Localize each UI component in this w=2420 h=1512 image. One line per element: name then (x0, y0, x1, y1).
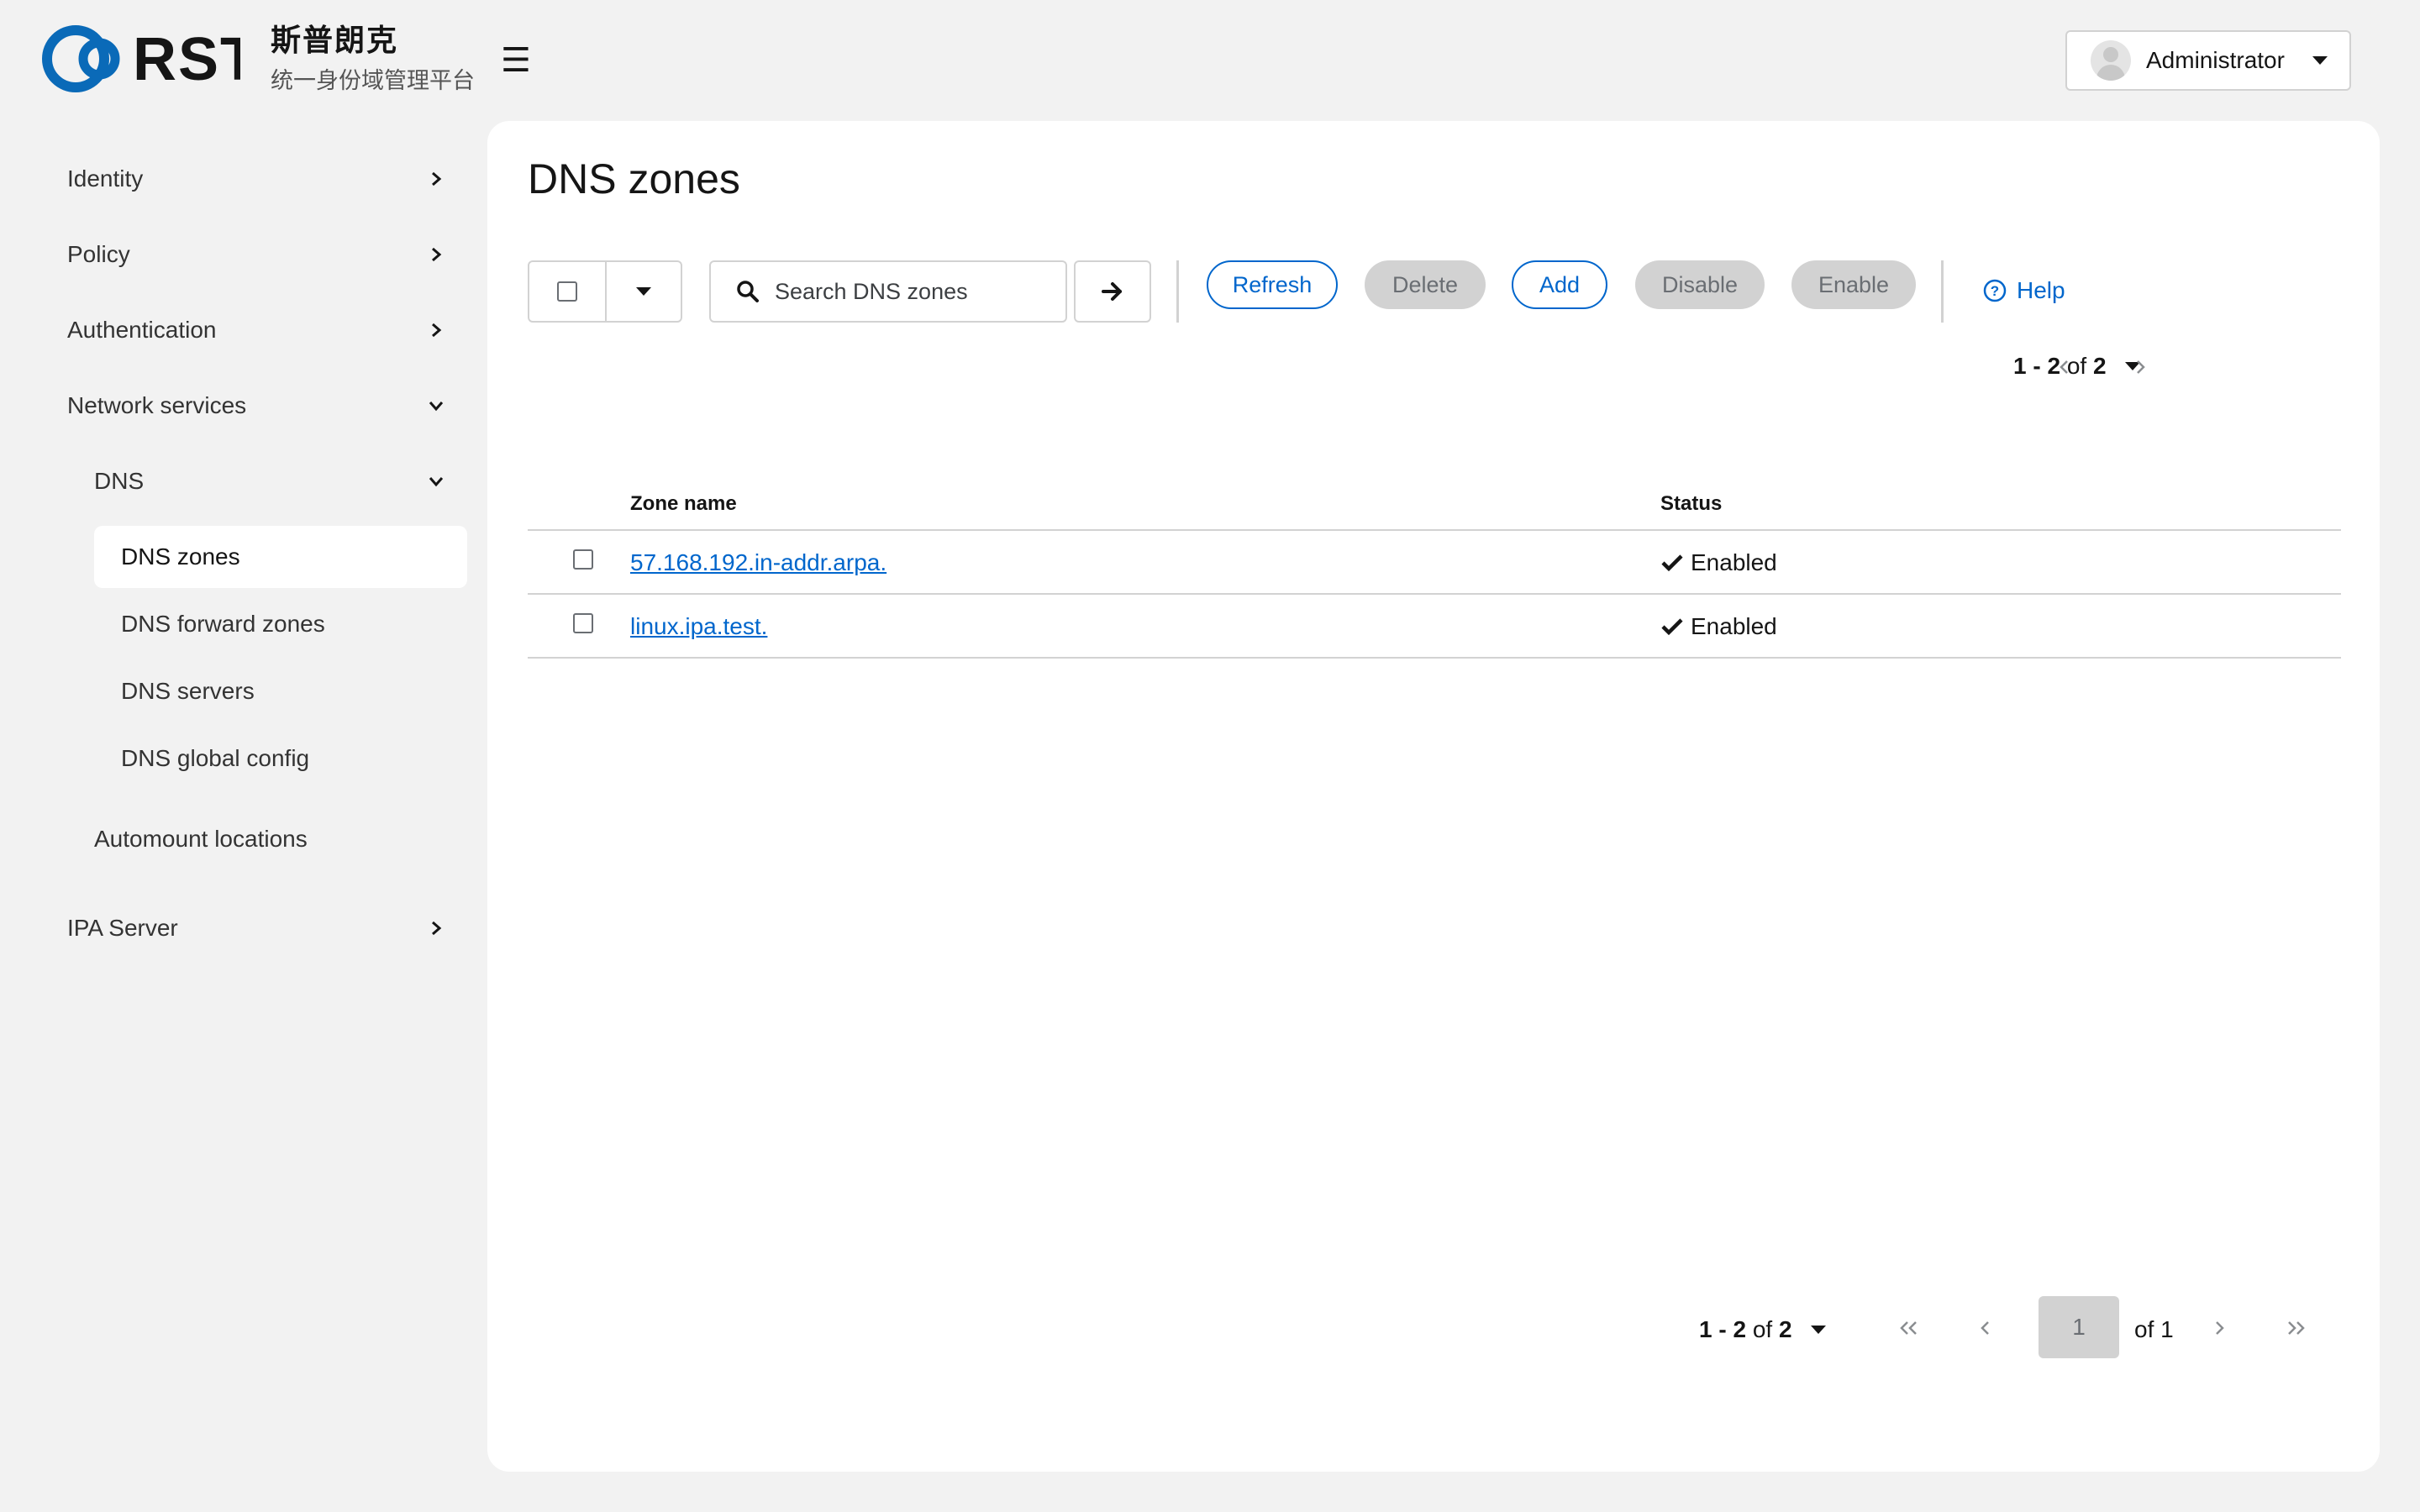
pagination-total: 2 (2092, 353, 2107, 379)
sidebar-item-label: Identity (67, 165, 144, 192)
search-input[interactable] (773, 277, 1054, 306)
sidebar-item-dns-forward-zones[interactable]: DNS forward zones (94, 593, 467, 655)
caret-down-icon (636, 287, 651, 296)
pagination-range: 1 - 2 (1699, 1316, 1747, 1342)
row-checkbox[interactable] (573, 613, 593, 633)
sidebar-item-authentication[interactable]: Authentication (67, 301, 445, 360)
chevron-down-icon (429, 477, 444, 487)
caret-down-icon (1810, 1326, 1826, 1334)
arrow-right-icon (1102, 282, 1122, 301)
chevron-right-icon (2137, 360, 2145, 374)
column-header-status[interactable]: Status (1660, 492, 1722, 516)
help-circle-icon: ? (1983, 279, 2007, 302)
sidebar-item-ipa-server[interactable]: IPA Server (67, 899, 445, 958)
brand-text: 斯普朗克 统一身份域管理平台 (271, 22, 475, 97)
pagination-total: 2 (1778, 1316, 1792, 1342)
enable-button[interactable]: Enable (1791, 260, 1916, 309)
sidebar-item-network-services[interactable]: Network services (67, 376, 445, 435)
delete-button[interactable]: Delete (1365, 260, 1486, 309)
help-label: Help (2017, 277, 2065, 303)
dns-zones-table: Zone name Status 57.168.192.in-addr.arpa… (528, 482, 2341, 659)
sidebar-item-policy[interactable]: Policy (67, 225, 445, 284)
check-icon (1661, 618, 1683, 636)
add-button[interactable]: Add (1512, 260, 1607, 309)
disable-button[interactable]: Disable (1635, 260, 1765, 309)
chevron-left-icon (2060, 360, 2068, 374)
double-chevron-left-icon (1900, 1321, 1917, 1335)
svg-text:?: ? (1991, 283, 1999, 299)
sidebar-item-dns[interactable]: DNS (94, 452, 445, 511)
sidebar-item-label: DNS (94, 468, 145, 494)
double-chevron-right-icon (2288, 1321, 2305, 1335)
search-box (709, 260, 1067, 323)
column-header-zone-name[interactable]: Zone name (630, 492, 737, 516)
logo-text: RST (133, 26, 240, 93)
table-row: 57.168.192.in-addr.arpa. Enabled (528, 531, 2341, 595)
pagination-of: of (1752, 1316, 1773, 1342)
status-text: Enabled (1691, 613, 1777, 639)
toolbar-divider (1941, 260, 1944, 323)
prev-page-button[interactable] (2052, 354, 2077, 380)
help-link[interactable]: ? Help (1983, 277, 2065, 304)
pagination-toggle-bottom[interactable]: 1 - 2 of 2 (1699, 1316, 1826, 1343)
sidebar-item-label: DNS forward zones (121, 611, 325, 637)
first-page-button[interactable] (1897, 1315, 1922, 1341)
sidebar-item-automount-locations[interactable]: Automount locations (94, 810, 445, 869)
prev-page-button[interactable] (1973, 1315, 1998, 1341)
table-header: Zone name Status (528, 482, 2341, 531)
sidebar-item-label: IPA Server (67, 915, 178, 941)
bulk-select-checkbox-wrap (529, 262, 607, 321)
sidebar-item-label: DNS global config (121, 745, 310, 771)
sidebar-item-label: DNS zones (121, 543, 240, 570)
chevron-left-icon (1981, 1321, 1989, 1335)
chevron-right-icon (432, 323, 442, 338)
chevron-down-icon (429, 402, 444, 412)
status-cell: Enabled (1660, 613, 1777, 640)
last-page-button[interactable] (2283, 1315, 2308, 1341)
next-page-button[interactable] (2128, 354, 2153, 380)
chevron-right-icon (432, 247, 442, 262)
main-panel: DNS zones Refresh Delete Add Disable Ena… (487, 121, 2380, 1472)
status-cell: Enabled (1660, 549, 1777, 576)
user-menu-dropdown[interactable]: Administrator (2065, 30, 2351, 91)
sidebar-item-label: Network services (67, 392, 247, 418)
sidebar-item-dns-servers[interactable]: DNS servers (94, 660, 467, 722)
chevron-right-icon (2216, 1321, 2224, 1335)
check-icon (1661, 554, 1683, 572)
zone-link[interactable]: linux.ipa.test. (630, 613, 767, 640)
user-name: Administrator (2146, 47, 2285, 73)
next-page-button[interactable] (2207, 1315, 2232, 1341)
search-submit-button[interactable] (1074, 260, 1151, 323)
sidebar-item-identity[interactable]: Identity (67, 150, 445, 208)
current-page-input[interactable]: 1 (2039, 1296, 2119, 1358)
sidebar-item-label: Policy (67, 241, 130, 267)
sidebar-item-label: Automount locations (94, 826, 308, 852)
page-count-label: of 1 (2134, 1316, 2174, 1342)
table-row: linux.ipa.test. Enabled (528, 595, 2341, 659)
brand: RST 斯普朗克 统一身份域管理平台 (39, 22, 475, 97)
refresh-button[interactable]: Refresh (1207, 260, 1338, 309)
bulk-select (528, 260, 682, 323)
search-icon (737, 281, 759, 302)
avatar (2091, 40, 2131, 81)
chevron-right-icon (432, 921, 442, 936)
sidebar-item-dns-zones[interactable]: DNS zones (94, 526, 467, 588)
select-all-checkbox[interactable] (557, 281, 577, 302)
status-text: Enabled (1691, 549, 1777, 575)
sidebar-item-label: DNS servers (121, 678, 255, 704)
caret-down-icon (2312, 56, 2328, 65)
sidebar-item-dns-global-config[interactable]: DNS global config (94, 727, 467, 790)
chevron-right-icon (432, 171, 442, 186)
hamburger-icon[interactable]: ☰ (501, 40, 531, 81)
brand-subtitle: 统一身份域管理平台 (271, 68, 475, 93)
row-checkbox[interactable] (573, 549, 593, 570)
toolbar-divider (1176, 260, 1179, 323)
brand-name: 斯普朗克 (271, 23, 399, 57)
page-title: DNS zones (528, 155, 740, 202)
sidebar-item-label: Authentication (67, 317, 217, 343)
bulk-select-toggle[interactable] (607, 262, 681, 321)
rst-logo: RST (42, 25, 240, 93)
zone-link[interactable]: 57.168.192.in-addr.arpa. (630, 549, 886, 576)
